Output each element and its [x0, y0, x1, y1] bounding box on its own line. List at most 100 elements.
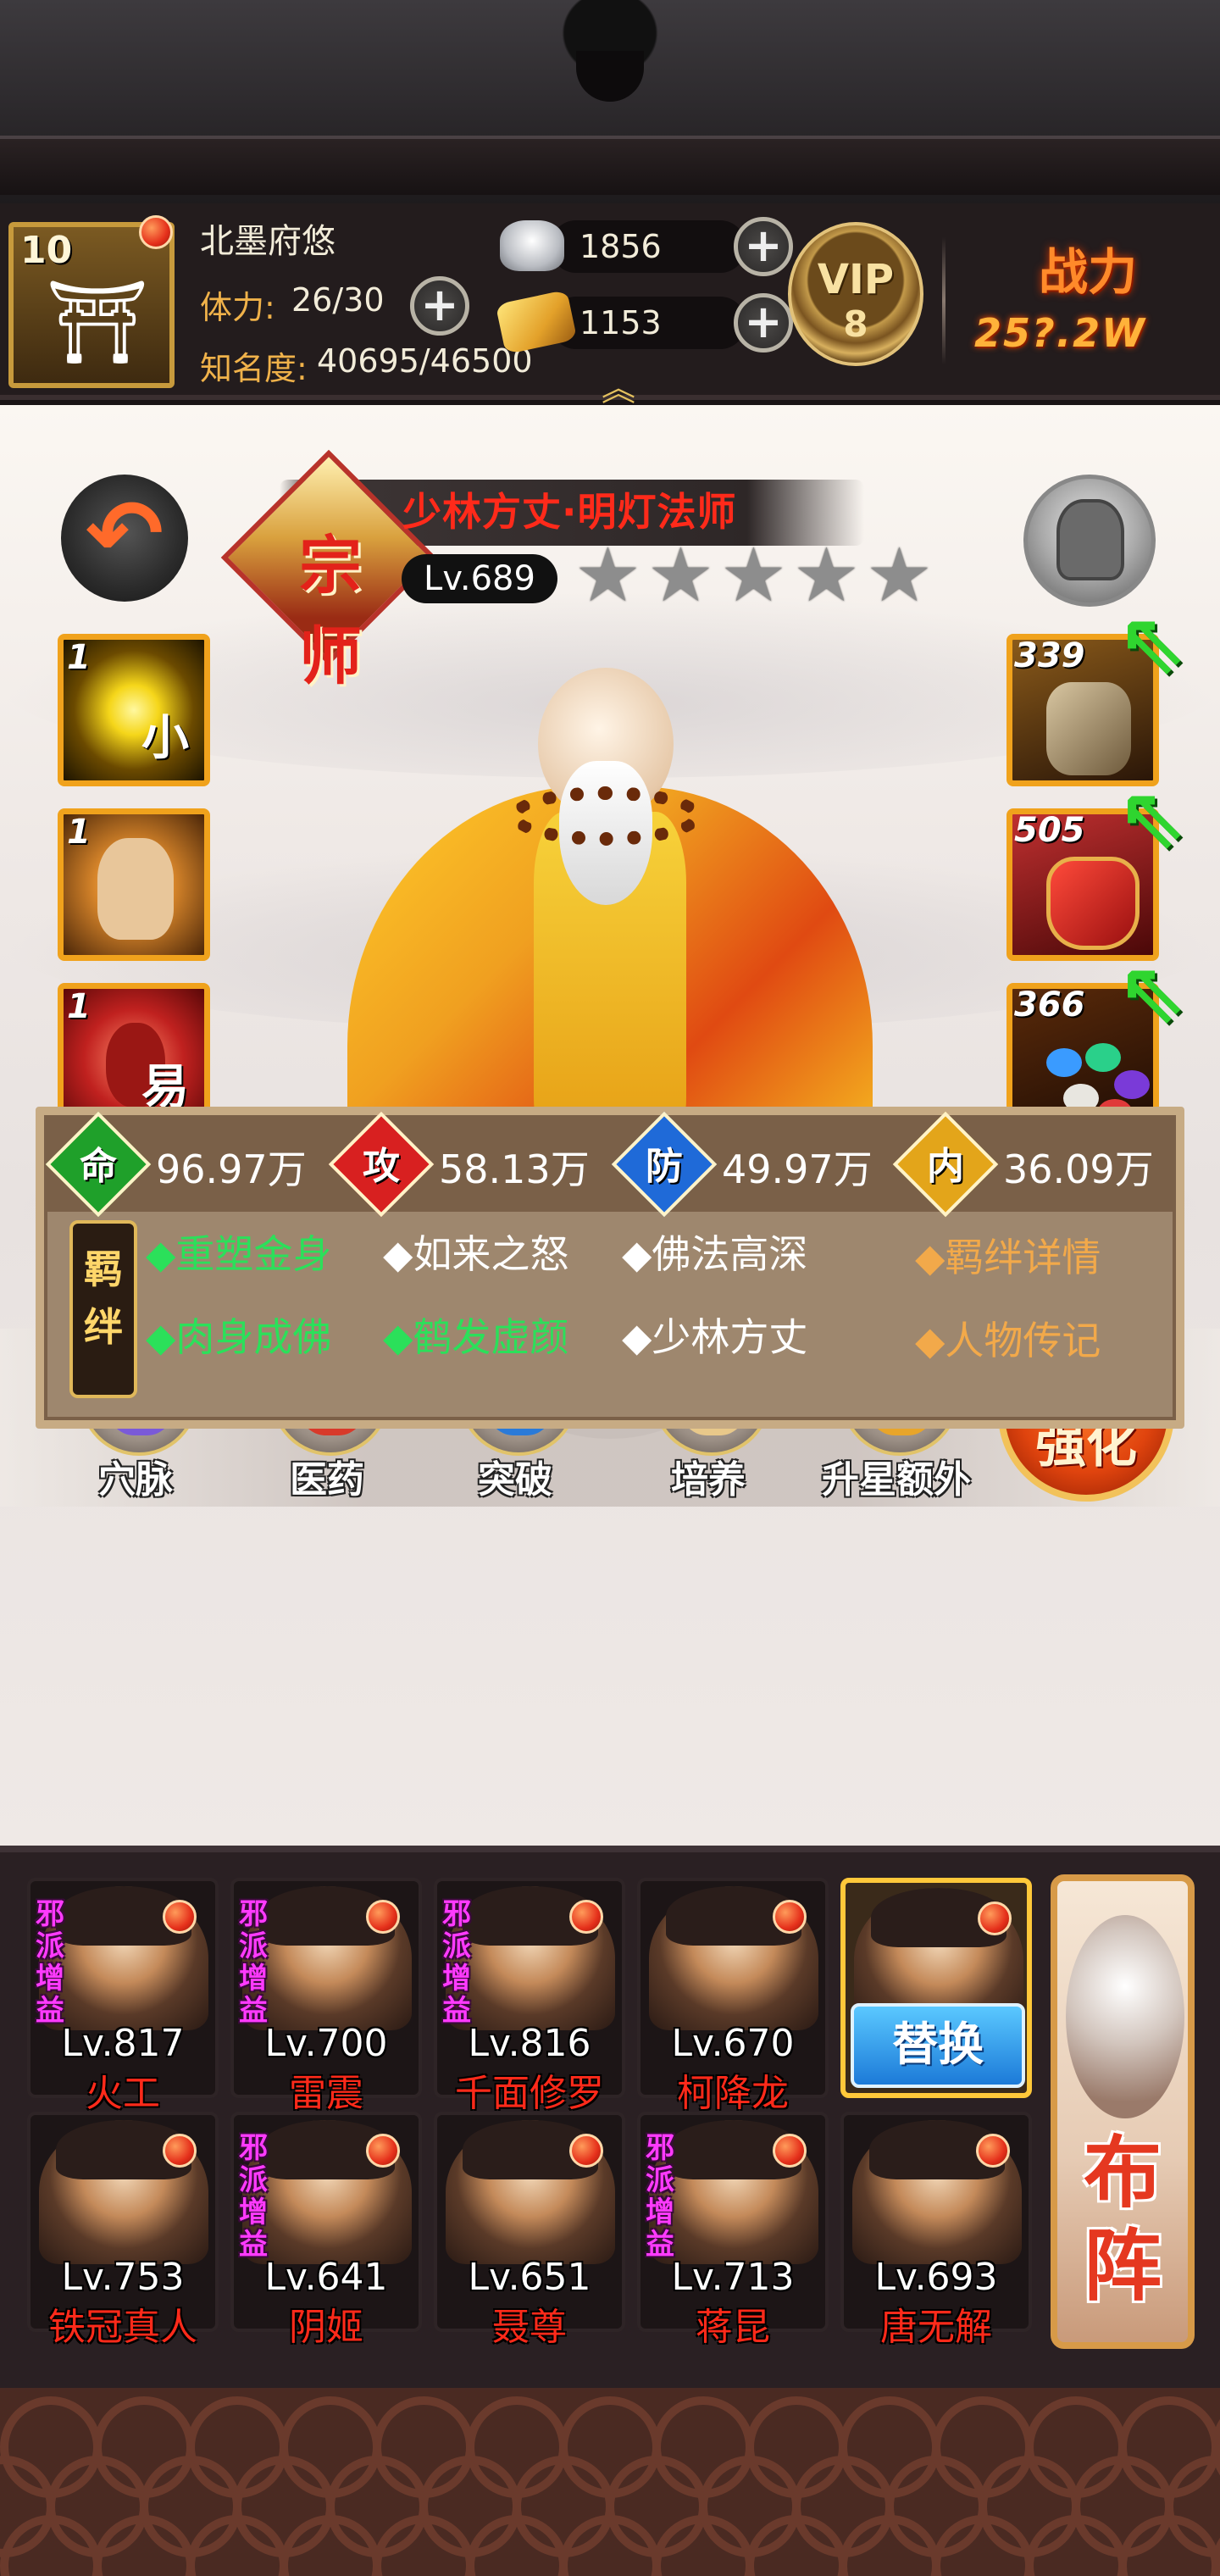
bond-item: ◆鹤发虚颜: [383, 1314, 569, 1360]
card-name: 阴姬: [289, 2306, 363, 2349]
card-level: Lv.693: [874, 2256, 998, 2299]
skill-count: 1: [67, 813, 91, 852]
armor-view-button[interactable]: [1023, 475, 1156, 607]
skill-count: 1: [67, 638, 91, 677]
lineup-card[interactable]: 邪派 增益 Lv.817 火工: [27, 1878, 219, 2115]
stat-char: 命: [80, 1145, 117, 1188]
stat-char: 内: [927, 1145, 964, 1188]
sect-bonus-badge: 邪派 增益: [646, 2131, 674, 2262]
notification-dot-icon: [139, 215, 173, 249]
equipment-count: 339: [1014, 636, 1085, 675]
fame-value: 40695/46500: [317, 342, 533, 380]
add-gold-button[interactable]: +: [734, 293, 793, 353]
lineup-card[interactable]: 邪派 增益 Lv.641 阴姬: [230, 2112, 422, 2349]
player-name: 北墨府悠: [200, 222, 336, 261]
vip-badge[interactable]: VIP 8: [788, 222, 923, 366]
lineup-card[interactable]: Lv.753 铁冠真人: [27, 2112, 219, 2349]
stamina-value: 26/30: [291, 281, 385, 319]
skill-count: 1: [67, 987, 91, 1026]
roof-header: [0, 0, 1220, 203]
add-silver-button[interactable]: +: [734, 217, 793, 276]
star-up-label: 升星额外: [822, 1458, 971, 1502]
lineup-card[interactable]: Lv.693 唐无解: [840, 2112, 1032, 2349]
armor-icon: [1056, 499, 1124, 580]
card-level: Lv.753: [61, 2256, 185, 2299]
upgrade-arrow-icon: ⇖: [1117, 768, 1188, 867]
stat-char: 防: [646, 1145, 683, 1188]
stat-value: 58.13万: [439, 1146, 590, 1192]
bond-tag: 羁绊: [69, 1220, 137, 1398]
lineup-card[interactable]: 邪派 增益 Lv.700 雷震: [230, 1878, 422, 2115]
star-icon: ★: [720, 531, 787, 619]
hero-title: 少林方丈·明灯法师: [402, 489, 737, 535]
silver-ingot-icon: [500, 220, 564, 271]
bond-tag-label: 羁绊: [84, 1246, 123, 1350]
bond-item: ◆少林方丈: [622, 1314, 808, 1360]
card-name: 蒋昆: [696, 2306, 770, 2349]
gem-icon: [1114, 1070, 1150, 1099]
bond-item: ◆如来之怒: [383, 1231, 569, 1277]
gold-amount: 1153: [551, 297, 746, 349]
card-level: Lv.817: [61, 2022, 185, 2065]
skill-slot-1[interactable]: 1 小: [58, 634, 210, 786]
stat-char: 攻: [363, 1145, 400, 1188]
fame-label: 知名度:: [200, 350, 308, 387]
notification-dot-icon: [773, 2134, 807, 2168]
lineup-card[interactable]: 邪派 增益 Lv.816 千面修罗: [434, 1878, 625, 2115]
formation-button[interactable]: 布阵: [1051, 1874, 1195, 2349]
upgrade-arrow-icon: ⇖: [1117, 593, 1188, 692]
card-level: Lv.641: [264, 2256, 388, 2299]
equipment-count: 505: [1014, 811, 1085, 850]
card-name: 唐无解: [880, 2306, 992, 2349]
notification-dot-icon: [163, 1900, 197, 1934]
swap-button[interactable]: 替换: [851, 2003, 1025, 2088]
card-level: Lv.816: [468, 2022, 591, 2065]
notification-dot-icon: [569, 1900, 603, 1934]
back-button[interactable]: ↶: [61, 475, 188, 602]
card-level: Lv.670: [671, 2022, 795, 2065]
player-status-bar: 10 ⛩ 北墨府悠 体力: 26/30 + 知名度: 40695/46500 1…: [0, 203, 1220, 408]
bond-item: ◆重塑金身: [146, 1231, 332, 1277]
skill-slot-2[interactable]: 1: [58, 808, 210, 961]
upgrade-arrow-icon: ⇖: [1117, 942, 1188, 1041]
bond-detail-link[interactable]: ◆羁绊详情: [915, 1227, 1101, 1283]
armor-piece-icon: [1046, 857, 1140, 950]
lineup-card[interactable]: 邪派 增益 Lv.713 蒋昆: [637, 2112, 829, 2349]
vip-level: 8: [843, 303, 868, 345]
star-icon: ★: [866, 531, 933, 619]
lineup-card[interactable]: 替换: [840, 1878, 1032, 2098]
star-icon: ★: [793, 531, 860, 619]
biography-link[interactable]: ◆人物传记: [915, 1310, 1101, 1366]
notification-dot-icon: [163, 2134, 197, 2168]
card-level: Lv.713: [671, 2256, 795, 2299]
formation-label: 布阵: [1083, 2128, 1162, 2312]
star-icon: ★: [574, 531, 641, 619]
total-power[interactable]: 战力 25?.2W: [957, 220, 1212, 381]
card-level: Lv.700: [264, 2022, 388, 2065]
card-level: Lv.651: [468, 2256, 591, 2299]
sect-bonus-badge: 邪派 增益: [36, 1897, 64, 2028]
total-power-label: 战力: [1039, 243, 1138, 301]
gem-icon: [1046, 1048, 1082, 1077]
lineup-card[interactable]: Lv.670 柯降龙: [637, 1878, 829, 2115]
notification-dot-icon: [366, 2134, 400, 2168]
card-name: 铁冠真人: [48, 2306, 197, 2349]
lineup-card[interactable]: Lv.651 聂尊: [434, 2112, 625, 2349]
card-name: 雷震: [289, 2072, 363, 2115]
stat-value: 36.09万: [1003, 1146, 1154, 1192]
breakthrough-label: 突破: [478, 1458, 552, 1502]
divider: [942, 237, 946, 364]
chevron-up-icon[interactable]: ︽: [593, 361, 644, 408]
card-name: 火工: [86, 2072, 160, 2115]
return-arrow-icon: ↶: [85, 480, 164, 588]
player-avatar[interactable]: 10 ⛩: [8, 215, 175, 388]
vip-label: VIP: [817, 256, 895, 303]
sect-bonus-badge: 邪派 增益: [239, 2131, 268, 2262]
cultivate-label: 培养: [671, 1458, 746, 1502]
formation-art: [1066, 1915, 1184, 2118]
stat-value: 96.97万: [156, 1146, 307, 1192]
medicine-label: 医药: [290, 1458, 364, 1502]
notification-dot-icon: [978, 1901, 1012, 1935]
add-stamina-button[interactable]: +: [410, 276, 469, 336]
notification-dot-icon: [773, 1900, 807, 1934]
